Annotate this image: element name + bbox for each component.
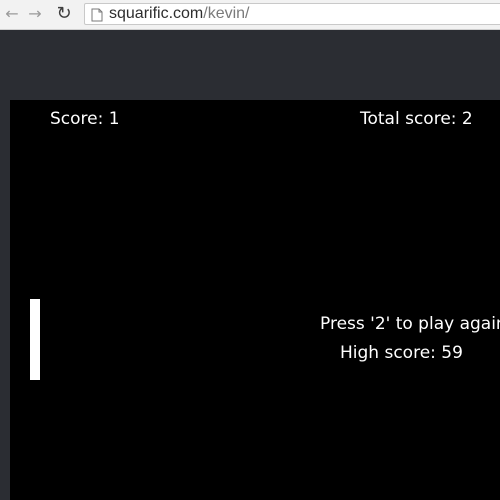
total-score-label: Total score: 2 <box>360 109 473 129</box>
reload-button[interactable]: ↻ <box>54 4 74 24</box>
high-score-label: High score: 59 <box>340 343 463 363</box>
paddle <box>30 299 40 380</box>
back-button[interactable]: ← <box>2 4 22 24</box>
game-canvas[interactable]: Score: 1 Total score: 2 Press '2' to pla… <box>10 100 500 500</box>
arrow-left-icon: ← <box>5 4 19 23</box>
page-icon <box>91 7 103 22</box>
url-text[interactable]: squarific.com/kevin/ <box>109 5 250 23</box>
play-again-label: Press '2' to play again <box>320 314 500 334</box>
browser-toolbar: ← → ↻ squarific.com/kevin/ <box>0 0 500 30</box>
arrow-right-icon: → <box>28 4 42 23</box>
reload-icon: ↻ <box>56 3 72 24</box>
url-domain: squarific.com <box>109 5 204 22</box>
forward-button[interactable]: → <box>25 4 45 24</box>
address-bar[interactable]: squarific.com/kevin/ <box>84 3 500 25</box>
page-header-area <box>0 30 500 100</box>
score-label: Score: 1 <box>50 109 120 129</box>
url-path: /kevin/ <box>203 5 250 22</box>
